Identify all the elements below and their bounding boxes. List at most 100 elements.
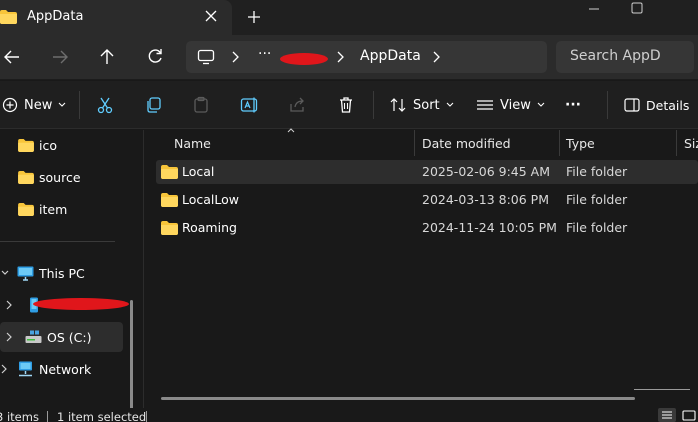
chevron-down-icon[interactable]: [0, 268, 10, 278]
sidebar-item-label: This PC: [39, 265, 85, 281]
arrow-left-icon[interactable]: [2, 47, 22, 67]
chevron-down-icon: [58, 102, 66, 107]
column-header-name[interactable]: Name: [174, 130, 211, 156]
search-placeholder: Search AppD: [570, 48, 661, 64]
more-options-button[interactable]: ···: [565, 81, 581, 129]
arrow-right-icon[interactable]: [50, 47, 70, 67]
table-row[interactable]: LocalLow 2024-03-13 8:06 PM File folder: [156, 188, 698, 212]
tab-appdata[interactable]: AppData: [0, 0, 232, 35]
minimize-icon[interactable]: [586, 0, 602, 18]
delete-button[interactable]: [337, 81, 355, 129]
sidebar-item-label: OS (C:): [47, 329, 92, 345]
column-header-size[interactable]: Siz: [684, 130, 698, 156]
chevron-right-icon[interactable]: [5, 332, 13, 342]
sidebar-item-network[interactable]: Network: [0, 355, 123, 383]
status-bar: 3 items 1 item selected: [0, 408, 698, 422]
folder-icon: [161, 165, 178, 179]
folder-icon: [18, 138, 34, 152]
sort-label: Sort: [413, 97, 440, 113]
navigation-bar: ··· AppData Search AppD: [0, 35, 698, 80]
sort-caret-icon: [287, 128, 295, 133]
list-view-icon: [477, 100, 493, 110]
details-label: Details: [646, 97, 690, 113]
refresh-icon[interactable]: [145, 47, 165, 67]
details-pane-icon: [624, 98, 640, 112]
sidebar-item-ico[interactable]: ico: [0, 131, 123, 159]
table-row[interactable]: Roaming 2024-11-24 10:05 PM File folder: [156, 216, 698, 240]
horizontal-scrollbar[interactable]: [161, 397, 635, 400]
toolbar-divider: [79, 91, 80, 119]
new-button[interactable]: New: [2, 81, 66, 129]
sidebar-item-redacted-device[interactable]: [0, 291, 129, 319]
status-divider: [146, 411, 147, 422]
tab-title: AppData: [27, 9, 84, 24]
breadcrumb-ellipsis[interactable]: ···: [258, 46, 271, 62]
item-count: 3 items: [0, 410, 39, 422]
clipboard-icon: [194, 96, 208, 113]
sidebar-item-label: item: [39, 201, 68, 217]
chevron-right-icon[interactable]: [0, 364, 8, 374]
plus-icon[interactable]: [246, 8, 262, 26]
copy-button[interactable]: [145, 81, 163, 129]
column-date-label: Date modified: [422, 135, 511, 151]
sidebar-scrollbar[interactable]: [130, 300, 133, 410]
sidebar-item-item[interactable]: item: [0, 195, 123, 223]
share-button[interactable]: [288, 81, 306, 129]
drive-icon: [25, 330, 42, 343]
folder-icon: [18, 202, 34, 216]
file-date: 2025-02-06 9:45 AM: [422, 164, 550, 179]
column-divider[interactable]: [676, 130, 677, 156]
table-row[interactable]: Local 2025-02-06 9:45 AM File folder: [156, 160, 698, 184]
details-view-icon[interactable]: [658, 408, 676, 422]
sidebar-item-os-c[interactable]: OS (C:): [0, 322, 123, 352]
sidebar-item-source[interactable]: source: [0, 163, 123, 191]
chevron-right-icon[interactable]: [335, 51, 345, 63]
address-bar[interactable]: ··· AppData: [186, 41, 547, 73]
scissors-icon: [97, 97, 113, 114]
toolbar-divider: [373, 91, 374, 119]
folder-icon: [161, 193, 178, 207]
chevron-right-icon[interactable]: [5, 300, 13, 310]
search-box[interactable]: Search AppD: [556, 41, 694, 73]
chevron-right-icon[interactable]: [230, 51, 240, 63]
more-options-label: ···: [565, 97, 581, 113]
column-header-type[interactable]: Type: [566, 130, 595, 156]
redaction-mark: [280, 53, 328, 65]
computer-icon: [17, 266, 34, 281]
cut-button[interactable]: [96, 81, 114, 129]
tiles-view-icon[interactable]: [680, 408, 698, 422]
tab-bar: AppData: [0, 0, 698, 35]
folder-icon: [18, 170, 34, 184]
redaction-mark: [33, 298, 129, 310]
view-button[interactable]: View: [476, 81, 545, 129]
details-button[interactable]: Details: [624, 81, 689, 129]
sidebar-item-this-pc[interactable]: This PC: [0, 259, 123, 287]
column-header-date[interactable]: Date modified: [422, 130, 511, 156]
plus-circle-icon: [2, 97, 18, 113]
paste-button[interactable]: [192, 81, 210, 129]
breadcrumb-current[interactable]: AppData: [360, 48, 421, 64]
selection-count: 1 item selected: [57, 410, 147, 422]
column-name-label: Name: [174, 135, 211, 151]
maximize-icon[interactable]: [629, 0, 645, 18]
column-divider[interactable]: [414, 130, 415, 156]
rename-button[interactable]: [240, 81, 260, 129]
monitor-icon: [197, 49, 215, 65]
file-name: Local: [182, 164, 215, 179]
arrow-up-icon[interactable]: [97, 47, 117, 67]
file-date: 2024-03-13 8:06 PM: [422, 192, 549, 207]
sort-button[interactable]: Sort: [389, 81, 454, 129]
column-type-label: Type: [566, 135, 595, 151]
folder-icon: [0, 10, 17, 24]
column-size-label: Siz: [684, 135, 698, 151]
file-type: File folder: [566, 164, 628, 179]
sidebar-item-label: Network: [39, 361, 92, 377]
rename-icon: [240, 97, 258, 113]
column-divider[interactable]: [559, 130, 560, 156]
sort-icon: [390, 98, 406, 112]
chevron-right-icon[interactable]: [431, 51, 441, 63]
sidebar-item-label: ico: [39, 137, 57, 153]
navigation-pane: ico source item This PC OS (C:) Network: [0, 130, 142, 410]
close-icon[interactable]: [203, 8, 219, 24]
folder-icon: [161, 221, 178, 235]
